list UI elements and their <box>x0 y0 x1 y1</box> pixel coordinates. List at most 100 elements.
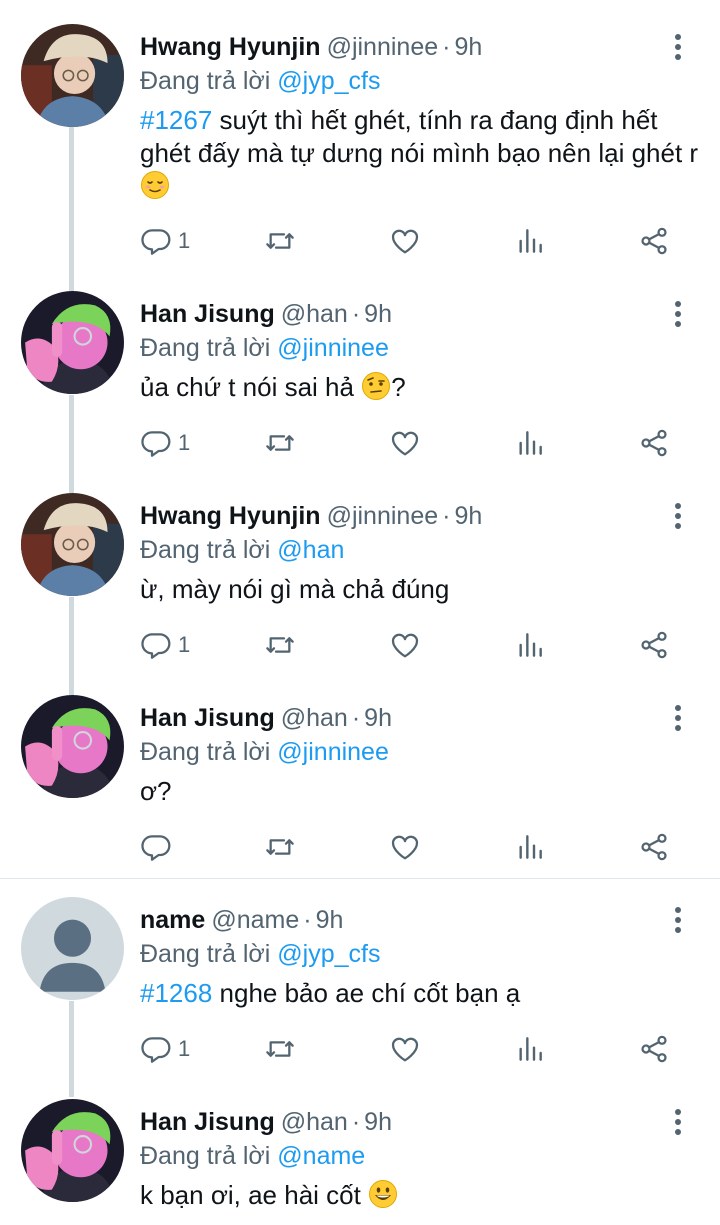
heart-icon <box>389 1033 421 1065</box>
reply-mention[interactable]: @jinninee <box>277 334 389 362</box>
views-button[interactable] <box>514 827 546 867</box>
separator-dot: · <box>351 300 361 328</box>
display-name[interactable]: Hwang Hyunjin <box>140 502 321 530</box>
reply-mention[interactable]: @name <box>277 1142 365 1170</box>
replying-to: Đang trả lời @jyp_cfs <box>140 939 380 969</box>
user-handle[interactable]: @name <box>211 906 299 934</box>
tweet-time[interactable]: 9h <box>364 1108 392 1136</box>
share-icon <box>638 831 670 863</box>
tweet-actions: 1 <box>140 1029 700 1069</box>
more-options-icon[interactable] <box>666 703 690 731</box>
tweet-text-content: ơ? <box>140 776 172 806</box>
display-name[interactable]: name <box>140 906 205 934</box>
user-handle[interactable]: @jinninee <box>327 33 439 61</box>
like-button[interactable] <box>389 827 421 867</box>
like-button[interactable] <box>389 221 421 261</box>
avatar[interactable] <box>21 897 124 1000</box>
reply-mention[interactable]: @han <box>277 536 344 564</box>
avatar[interactable] <box>21 493 124 596</box>
grinning-face-emoji <box>368 1179 398 1209</box>
user-handle[interactable]: @han <box>281 300 348 328</box>
more-options-icon[interactable] <box>666 32 690 60</box>
avatar[interactable] <box>21 24 124 127</box>
tweet[interactable]: Han Jisung @han · 9h Đang trả lời @name k b… <box>0 1099 720 1225</box>
reply-button[interactable]: 1 <box>140 221 190 261</box>
tweet-actions: 1 <box>140 423 700 463</box>
views-button[interactable] <box>514 1029 546 1069</box>
tweet-time[interactable]: 9h <box>454 502 482 530</box>
reply-button[interactable]: 1 <box>140 423 190 463</box>
more-options-icon[interactable] <box>666 299 690 327</box>
jisung-avatar-image <box>21 695 124 798</box>
retweet-button[interactable] <box>264 221 296 261</box>
separator-dot: · <box>303 906 312 934</box>
display-name[interactable]: Han Jisung <box>140 704 275 732</box>
reply-mention[interactable]: @jyp_cfs <box>277 67 380 95</box>
tweet-text: k bạn ơi, ae hài cốt <box>140 1179 700 1212</box>
reply-mention[interactable]: @jinninee <box>277 738 389 766</box>
tweet-time[interactable]: 9h <box>364 704 392 732</box>
avatar[interactable] <box>21 695 124 798</box>
more-options-icon[interactable] <box>666 1107 690 1135</box>
hyunjin-avatar-image <box>21 493 124 596</box>
share-icon <box>638 1033 670 1065</box>
display-name[interactable]: Hwang Hyunjin <box>140 33 321 61</box>
reply-mention[interactable]: @jyp_cfs <box>277 940 380 968</box>
tweet-text-content: k bạn ơi, ae hài cốt <box>140 1180 361 1210</box>
reply-button[interactable] <box>140 827 178 867</box>
views-button[interactable] <box>514 625 546 665</box>
share-button[interactable] <box>638 423 670 463</box>
tweet[interactable]: name @name · 9h Đang trả lời @jyp_cfs #1268… <box>0 897 720 1097</box>
share-button[interactable] <box>638 221 670 261</box>
retweet-button[interactable] <box>264 827 296 867</box>
share-icon <box>638 629 670 661</box>
share-button[interactable] <box>638 827 670 867</box>
tweet-text-content: nghe bảo ae chí cốt bạn ạ <box>212 978 521 1008</box>
tweet[interactable]: Hwang Hyunjin @jinninee · 9h Đang trả lời @… <box>0 24 720 284</box>
more-options-icon[interactable] <box>666 501 690 529</box>
display-name[interactable]: Han Jisung <box>140 300 275 328</box>
replying-to: Đang trả lời @jyp_cfs <box>140 66 380 96</box>
tweet[interactable]: Hwang Hyunjin @jinninee · 9h Đang trả lời @… <box>0 493 720 693</box>
tweet[interactable]: Han Jisung @han · 9h Đang trả lời @jinninee… <box>0 291 720 491</box>
like-button[interactable] <box>389 625 421 665</box>
tweet[interactable]: Han Jisung @han · 9h Đang trả lời @jinninee… <box>0 695 720 875</box>
reply-button[interactable]: 1 <box>140 625 190 665</box>
like-button[interactable] <box>389 423 421 463</box>
share-button[interactable] <box>638 1029 670 1069</box>
reply-prefix: Đang trả lời <box>140 67 271 95</box>
avatar[interactable] <box>21 1099 124 1202</box>
share-icon <box>638 427 670 459</box>
replying-to: Đang trả lời @jinninee <box>140 737 389 767</box>
retweet-icon <box>264 427 296 459</box>
more-options-icon[interactable] <box>666 905 690 933</box>
reply-prefix: Đang trả lời <box>140 536 271 564</box>
reply-button[interactable]: 1 <box>140 1029 190 1069</box>
views-button[interactable] <box>514 221 546 261</box>
share-button[interactable] <box>638 625 670 665</box>
tweet-header: Han Jisung @han · 9h <box>140 703 392 733</box>
like-button[interactable] <box>389 1029 421 1069</box>
reply-count: 1 <box>178 632 191 657</box>
user-handle[interactable]: @jinninee <box>327 502 439 530</box>
tweet-time[interactable]: 9h <box>364 300 392 328</box>
tweet-time[interactable]: 9h <box>454 33 482 61</box>
retweet-button[interactable] <box>264 625 296 665</box>
tweet-actions: 1 <box>140 625 700 665</box>
hashtag-link[interactable]: #1268 <box>140 978 212 1008</box>
avatar[interactable] <box>21 291 124 394</box>
tweet-text: ơ? <box>140 775 700 808</box>
reply-prefix: Đang trả lời <box>140 1142 271 1170</box>
raised-eyebrow-face-emoji <box>361 371 391 401</box>
user-handle[interactable]: @han <box>281 704 348 732</box>
tweet-time[interactable]: 9h <box>316 906 344 934</box>
user-handle[interactable]: @han <box>281 1108 348 1136</box>
replying-to: Đang trả lời @name <box>140 1141 365 1171</box>
views-button[interactable] <box>514 423 546 463</box>
tweet-header: name @name · 9h <box>140 905 343 935</box>
relieved-face-emoji <box>140 170 170 200</box>
hashtag-link[interactable]: #1267 <box>140 105 212 135</box>
retweet-button[interactable] <box>264 423 296 463</box>
retweet-button[interactable] <box>264 1029 296 1069</box>
display-name[interactable]: Han Jisung <box>140 1108 275 1136</box>
